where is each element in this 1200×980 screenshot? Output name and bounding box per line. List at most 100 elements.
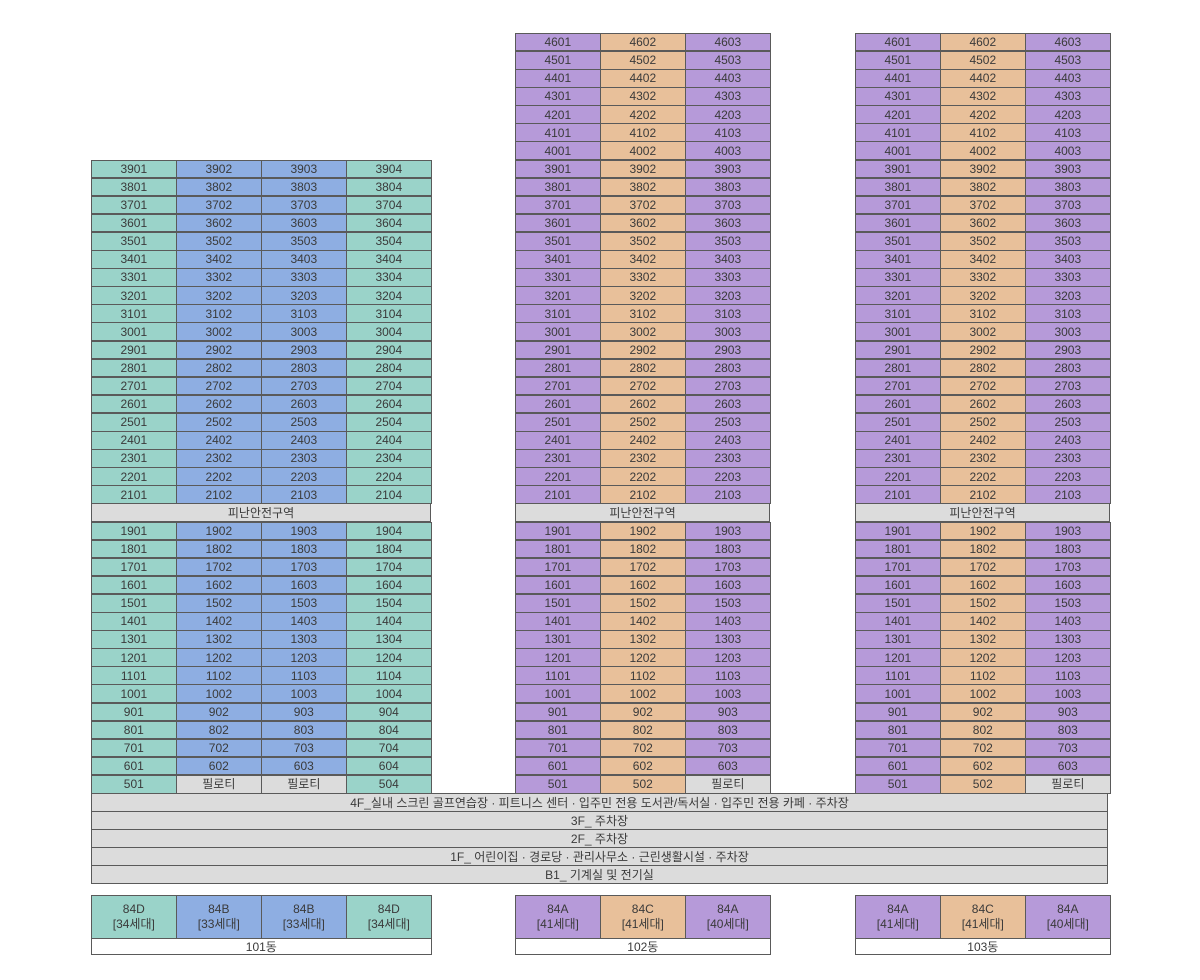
unit-cell: 3302	[940, 268, 1026, 287]
unit-cell: 703	[1025, 738, 1111, 758]
unit-cell: 501	[855, 774, 941, 794]
unit-cell: 902	[600, 702, 686, 722]
unit-cell: 2602	[176, 394, 262, 414]
unit-cell: 3701	[515, 195, 601, 215]
unit-cell: 1002	[176, 684, 262, 704]
unit-cell: 4203	[685, 105, 771, 124]
unit-cell: 3901	[855, 159, 941, 179]
unit-cell: 501	[515, 774, 601, 794]
unit-cell: 3904	[346, 159, 432, 179]
unit-cell: 2903	[261, 340, 347, 360]
unit-cell: 2301	[91, 449, 177, 468]
unit-cell: 4401	[515, 69, 601, 88]
unit-cell: 3601	[515, 213, 601, 233]
unit-cell: 1402	[176, 612, 262, 631]
unit-type-label: 84A	[717, 902, 739, 916]
unit-cell: 1601	[91, 575, 177, 595]
unit-cell: 2603	[1025, 394, 1111, 414]
unit-cell: 4602	[600, 32, 686, 52]
unit-cell: 2502	[600, 412, 686, 432]
unit-cell: 4502	[600, 50, 686, 70]
unit-cell: 1804	[346, 539, 432, 559]
unit-cell: 2402	[940, 431, 1026, 450]
unit-cell: 3402	[176, 250, 262, 269]
unit-cell: 3502	[940, 231, 1026, 251]
unit-type-legend: 84A [40세대]	[685, 895, 771, 939]
unit-cell: 3301	[91, 268, 177, 287]
unit-cell: 1903	[685, 521, 771, 541]
refuge-zone-row: 피난안전구역	[515, 503, 770, 523]
unit-cell: 2303	[685, 449, 771, 468]
unit-cell: 1501	[515, 593, 601, 613]
unit-cell: 3704	[346, 195, 432, 215]
unit-type-legend: 84C [41세대]	[940, 895, 1026, 939]
unit-cell: 802	[940, 720, 1026, 740]
unit-cell: 801	[515, 720, 601, 740]
unit-cell: 1703	[261, 557, 347, 577]
unit-cell: 1204	[346, 648, 432, 667]
shared-floor-row: B1_ 기계실 및 전기실	[91, 865, 1108, 885]
unit-cell: 1301	[515, 630, 601, 649]
unit-cell: 902	[940, 702, 1026, 722]
household-count: [41세대]	[876, 917, 919, 931]
unit-cell: 1603	[1025, 575, 1111, 595]
unit-cell: 3002	[940, 322, 1026, 342]
unit-cell: 701	[91, 738, 177, 758]
unit-cell: 4201	[855, 105, 941, 124]
unit-cell: 2502	[940, 412, 1026, 432]
unit-cell: 504	[346, 774, 432, 794]
unit-cell: 1301	[855, 630, 941, 649]
unit-cell: 2903	[1025, 340, 1111, 360]
unit-cell: 1602	[600, 575, 686, 595]
unit-cell: 3004	[346, 322, 432, 342]
unit-type-label: 84D	[122, 902, 145, 916]
unit-cell: 2503	[1025, 412, 1111, 432]
unit-cell: 1003	[685, 684, 771, 704]
unit-cell: 3501	[855, 231, 941, 251]
unit-cell: 1802	[940, 539, 1026, 559]
shared-floor-row: 2F_ 주차장	[91, 829, 1108, 848]
unit-cell: 1202	[940, 648, 1026, 667]
unit-cell: 2601	[855, 394, 941, 414]
piloti-cell: 필로티	[1025, 774, 1111, 794]
unit-cell: 2402	[176, 431, 262, 450]
unit-cell: 2203	[1025, 467, 1111, 486]
unit-cell: 3303	[261, 268, 347, 287]
unit-cell: 2103	[685, 485, 771, 504]
unit-cell: 1602	[940, 575, 1026, 595]
unit-cell: 3002	[176, 322, 262, 342]
unit-cell: 2802	[600, 358, 686, 378]
unit-cell: 3804	[346, 177, 432, 197]
unit-cell: 3803	[1025, 177, 1111, 197]
unit-cell: 4103	[1025, 123, 1111, 142]
unit-cell: 1301	[91, 630, 177, 649]
unit-cell: 701	[855, 738, 941, 758]
unit-cell: 2703	[1025, 376, 1111, 396]
unit-cell: 1901	[91, 521, 177, 541]
unit-cell: 1601	[855, 575, 941, 595]
unit-cell: 4001	[515, 141, 601, 161]
unit-cell: 2301	[855, 449, 941, 468]
unit-cell: 4101	[515, 123, 601, 142]
unit-cell: 2602	[600, 394, 686, 414]
unit-cell: 3103	[261, 304, 347, 323]
unit-cell: 2804	[346, 358, 432, 378]
unit-cell: 2602	[940, 394, 1026, 414]
unit-cell: 603	[685, 756, 771, 776]
unit-cell: 3301	[515, 268, 601, 287]
unit-cell: 1802	[176, 539, 262, 559]
unit-cell: 3503	[261, 231, 347, 251]
unit-cell: 2302	[176, 449, 262, 468]
unit-cell: 3003	[1025, 322, 1111, 342]
unit-cell: 3401	[91, 250, 177, 269]
unit-cell: 3202	[600, 286, 686, 305]
unit-cell: 3503	[1025, 231, 1111, 251]
unit-type-legend: 84B [33세대]	[176, 895, 262, 939]
unit-cell: 4201	[515, 105, 601, 124]
unit-cell: 2504	[346, 412, 432, 432]
unit-cell: 3602	[600, 213, 686, 233]
household-count: [34세대]	[367, 917, 410, 931]
unit-cell: 602	[176, 756, 262, 776]
unit-cell: 3102	[600, 304, 686, 323]
unit-cell: 2401	[91, 431, 177, 450]
